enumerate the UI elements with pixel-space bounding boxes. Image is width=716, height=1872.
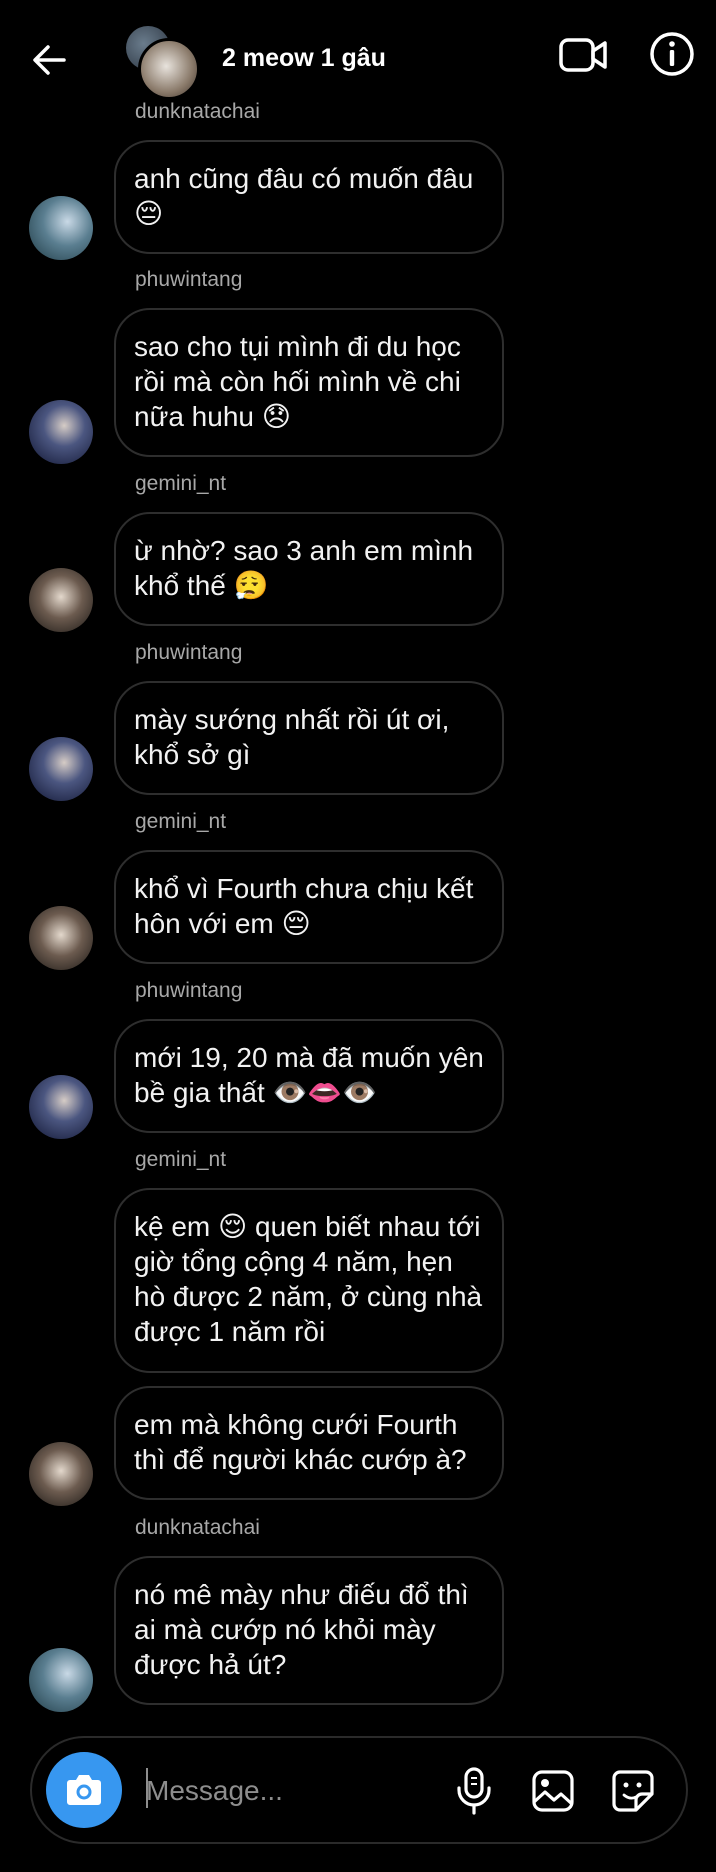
message-input[interactable]	[144, 1766, 448, 1816]
message-bubble[interactable]: sao cho tụi mình đi du học rồi mà còn hố…	[114, 308, 504, 457]
message-bubble[interactable]: mới 19, 20 mà đã muốn yên bề gia thất 👁️…	[114, 1019, 504, 1133]
video-camera-icon[interactable]	[558, 34, 610, 76]
message-bubble[interactable]: nó mê mày như điếu đổ thì ai mà cướp nó …	[114, 1556, 504, 1705]
arrow-left-icon[interactable]	[28, 38, 72, 82]
message-bubble[interactable]: ừ nhờ? sao 3 anh em mình khổ thế 😮‍💨	[114, 512, 504, 626]
image-gallery-icon[interactable]	[530, 1768, 576, 1814]
message-bubble[interactable]: em mà không cưới Fourth thì để người khá…	[114, 1386, 504, 1500]
camera-icon	[67, 1775, 101, 1805]
sender-name: gemini_nt	[135, 810, 227, 833]
avatar[interactable]	[29, 400, 93, 464]
avatar[interactable]	[29, 737, 93, 801]
sender-name: gemini_nt	[135, 1148, 227, 1171]
sender-name: dunknatachai	[135, 100, 260, 123]
group-avatar-front	[138, 38, 200, 100]
avatar[interactable]	[29, 1075, 93, 1139]
message-composer	[30, 1736, 688, 1844]
camera-button[interactable]	[46, 1752, 122, 1828]
sender-name: phuwintang	[135, 979, 243, 1002]
sender-name: dunknatachai	[135, 1516, 260, 1539]
avatar[interactable]	[29, 1648, 93, 1712]
avatar[interactable]	[29, 196, 93, 260]
sender-name: phuwintang	[135, 268, 243, 291]
avatar[interactable]	[29, 568, 93, 632]
microphone-icon[interactable]	[450, 1766, 498, 1816]
message-bubble[interactable]: mày sướng nhất rồi út ơi, khổ sở gì	[114, 681, 504, 795]
message-bubble[interactable]: kệ em 😌 quen biết nhau tới giờ tổng cộng…	[114, 1188, 504, 1373]
group-avatar[interactable]	[126, 26, 200, 100]
sender-name: phuwintang	[135, 641, 243, 664]
chat-title[interactable]: 2 meow 1 gâu	[222, 44, 386, 73]
sender-name: gemini_nt	[135, 472, 227, 495]
message-bubble[interactable]: khổ vì Fourth chưa chịu kết hôn với em 😔	[114, 850, 504, 964]
info-icon[interactable]	[648, 30, 696, 78]
chat-header: 2 meow 1 gâu	[0, 0, 716, 118]
avatar[interactable]	[29, 1442, 93, 1506]
message-bubble[interactable]: anh cũng đâu có muốn đâu 😔	[114, 140, 504, 254]
sticker-icon[interactable]	[610, 1768, 656, 1814]
avatar[interactable]	[29, 906, 93, 970]
